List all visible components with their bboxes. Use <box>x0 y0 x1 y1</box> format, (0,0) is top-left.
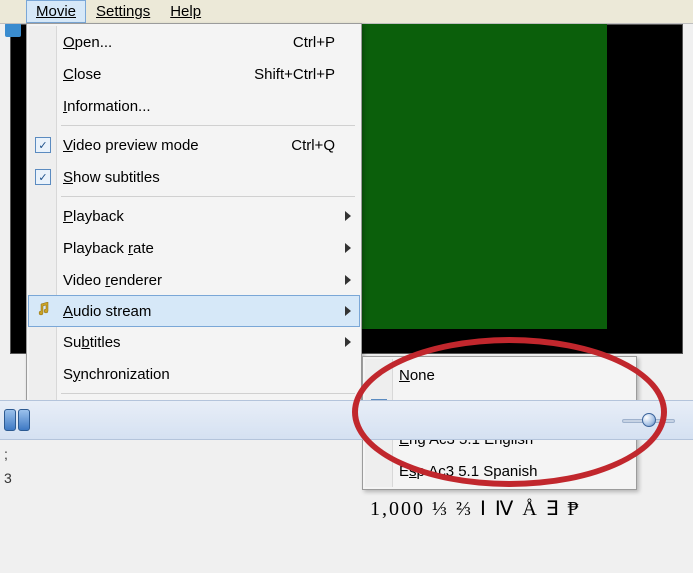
timeline-bar <box>0 400 693 440</box>
video-preview <box>362 24 607 329</box>
menu-item-label: Close <box>63 66 234 83</box>
menubar-item-movie[interactable]: Movie <box>26 0 86 23</box>
character-sample-text: 1,000 ⅓ ⅔ Ⅰ Ⅳ Å ∃ ₱ <box>370 496 581 521</box>
movie-menu-item-show-subtitles[interactable]: ✓ Show subtitles <box>29 161 359 193</box>
movie-menu-item-information[interactable]: Information... <box>29 90 359 122</box>
chevron-right-icon <box>345 275 351 285</box>
app-icon <box>5 23 21 37</box>
movie-menu-item-separator <box>61 125 355 126</box>
seek-thumb[interactable] <box>642 413 656 427</box>
menu-item-label: Playback rate <box>63 240 335 257</box>
menu-item-label: Video preview mode <box>63 137 271 154</box>
movie-menu-item-playback-rate[interactable]: Playback rate <box>29 232 359 264</box>
movie-menu-item-subtitles[interactable]: Subtitles <box>29 326 359 358</box>
movie-menu-item-video-renderer[interactable]: Video renderer <box>29 264 359 296</box>
movie-menu-item-synchronization[interactable]: Synchronization <box>29 358 359 390</box>
menu-item-shortcut: Ctrl+Q <box>291 137 335 154</box>
playback-controls[interactable] <box>4 409 30 431</box>
menu-item-label: Audio stream <box>63 303 335 320</box>
menu-item-label: Show subtitles <box>63 169 335 186</box>
audio-icon <box>36 302 50 320</box>
menu-item-label: None <box>399 367 610 384</box>
menu-item-shortcut: Shift+Ctrl+P <box>254 66 335 83</box>
menu-item-label: Synchronization <box>63 366 335 383</box>
menu-item-label: Esp Ac3 5.1 Spanish <box>399 463 610 480</box>
movie-menu: Open... Ctrl+P Close Shift+Ctrl+P Informatio… <box>26 23 362 432</box>
movie-menu-item-separator <box>61 393 355 394</box>
chevron-right-icon <box>345 337 351 347</box>
audio-stream-item-esp-ac3-5-1-spanish[interactable]: Esp Ac3 5.1 Spanish <box>365 455 634 487</box>
menu-item-label: Video renderer <box>63 272 335 289</box>
movie-menu-item-audio-stream[interactable]: Audio stream <box>28 295 360 327</box>
chevron-right-icon <box>345 243 351 253</box>
menubar: Movie Settings Help <box>0 0 693 24</box>
chevron-right-icon <box>345 211 351 221</box>
menubar-item-help[interactable]: Help <box>160 0 211 23</box>
checkmark-icon: ✓ <box>35 137 51 153</box>
movie-menu-item-video-preview-mode[interactable]: ✓ Video preview mode Ctrl+Q <box>29 129 359 161</box>
left-fragments: ; 3 <box>4 442 12 490</box>
menu-item-label: Information... <box>63 98 335 115</box>
movie-menu-item-separator <box>61 196 355 197</box>
movie-menu-item-close[interactable]: Close Shift+Ctrl+P <box>29 58 359 90</box>
music-note-icon <box>36 302 50 316</box>
movie-menu-item-open[interactable]: Open... Ctrl+P <box>29 26 359 58</box>
menu-item-shortcut: Ctrl+P <box>293 34 335 51</box>
menu-item-label: Playback <box>63 208 335 225</box>
menu-item-label: Open... <box>63 34 273 51</box>
movie-menu-item-playback[interactable]: Playback <box>29 200 359 232</box>
audio-stream-item-none[interactable]: None <box>365 359 634 391</box>
menu-item-label: Subtitles <box>63 334 335 351</box>
menubar-item-settings[interactable]: Settings <box>86 0 160 23</box>
checkmark-icon: ✓ <box>35 169 51 185</box>
chevron-right-icon <box>345 306 351 316</box>
